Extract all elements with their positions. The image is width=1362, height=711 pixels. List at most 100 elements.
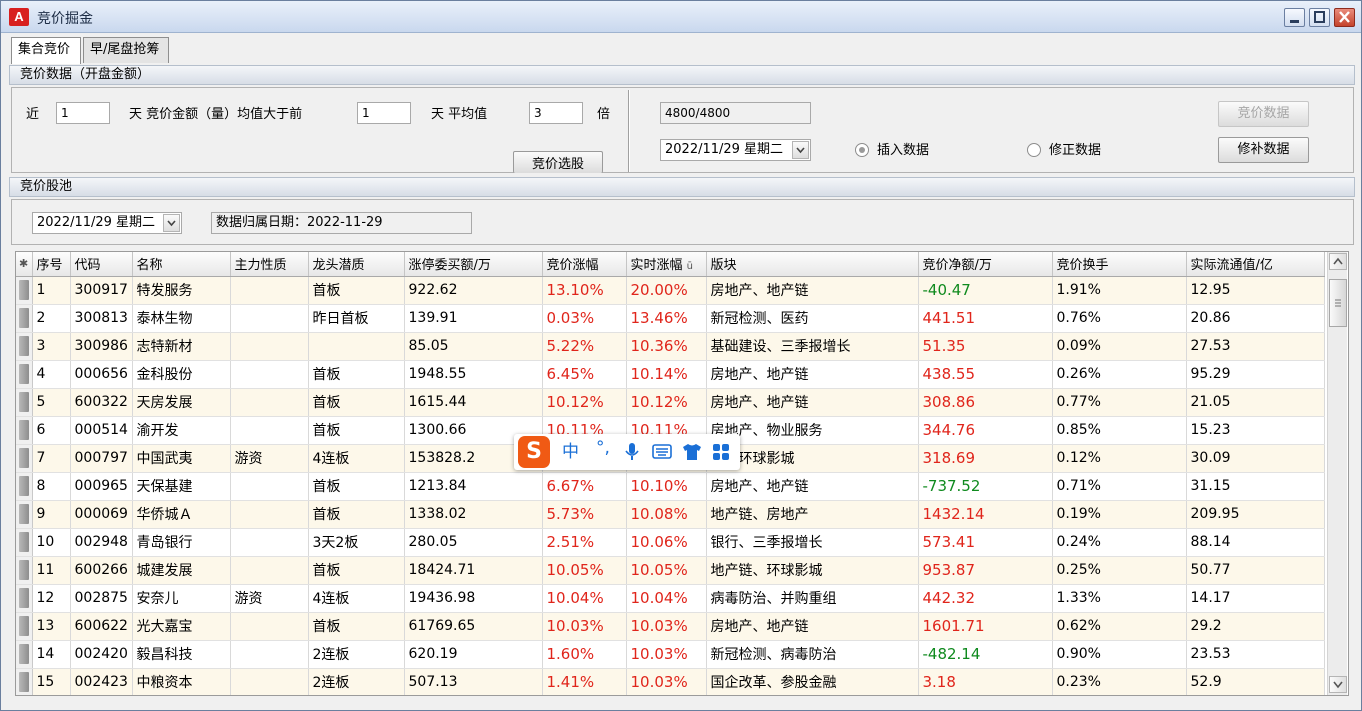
ime-toolbar[interactable]: S 中 °, [514, 434, 740, 470]
pool-date-select[interactable]: 2022/11/29 星期二 [32, 212, 182, 234]
stock-table: ✱ 序号 代码 名称 主力性质 龙头潜质 涨停委买额/万 竞价涨幅 实时涨幅 ū… [15, 251, 1349, 696]
row-indicator-icon [18, 476, 29, 496]
cell-leader-potential: 首板 [308, 556, 405, 585]
column-header[interactable]: 名称 [132, 252, 231, 277]
scroll-thumb[interactable] [1329, 279, 1347, 327]
cell-auction-change: 13.10% [542, 276, 627, 305]
cell-leader-potential: 4连板 [308, 584, 405, 613]
select-stocks-button[interactable]: 竞价选股 [513, 151, 603, 173]
table-row[interactable]: 10 002948 青岛银行 3天2板 280.05 2.51% 10.06% 银行、三季报增… [16, 528, 1325, 557]
microphone-icon[interactable] [624, 442, 640, 462]
table-row[interactable]: 8 000965 天保基建 首板 1213.84 6.67% 10.10% 房地产、地产链 -7… [16, 472, 1325, 501]
scroll-up-button[interactable] [1329, 253, 1347, 270]
table-row[interactable]: 15 002423 中粮资本 2连板 507.13 1.41% 10.03% 国企改革、参股金… [16, 668, 1325, 695]
cell-row-index: 10 [32, 528, 71, 557]
row-indicator-icon [18, 560, 29, 580]
cell-row-index: 8 [32, 472, 71, 501]
insert-data-radio[interactable] [855, 143, 869, 157]
cell-sector: 房地产、地产链 [706, 360, 919, 389]
column-header[interactable]: 代码 [70, 252, 133, 277]
tab-auction[interactable]: 集合竞价 [11, 37, 81, 64]
maximize-button[interactable] [1309, 8, 1330, 27]
cell-stock-name: 天房发展 [132, 388, 231, 417]
column-header[interactable]: 竞价净额/万 [918, 252, 1053, 277]
cell-float-market-value: 88.14 [1186, 528, 1325, 557]
cell-limit-buy-amount: 61769.65 [404, 612, 543, 641]
prev-days-input[interactable]: 1 [357, 102, 411, 124]
cell-stock-name: 华侨城Ａ [132, 500, 231, 529]
row-selector[interactable] [16, 332, 33, 361]
cell-auction-change: 1.60% [542, 640, 627, 669]
row-selector[interactable] [16, 556, 33, 585]
row-selector[interactable] [16, 360, 33, 389]
row-selector[interactable] [16, 444, 33, 473]
insert-data-label: 插入数据 [877, 143, 930, 158]
cell-auction-turnover: 0.77% [1052, 388, 1187, 417]
table-row[interactable]: 1 300917 特发服务 首板 922.62 13.10% 20.00% 房地产、地产链 -4… [16, 276, 1325, 305]
bid-data-button[interactable]: 竞价数据 [1218, 101, 1309, 127]
table-row[interactable]: 4 000656 金科股份 首板 1948.55 6.45% 10.14% 房地产、地产链 43… [16, 360, 1325, 389]
cell-realtime-change: 10.06% [626, 528, 707, 557]
row-selector[interactable] [16, 304, 33, 333]
row-selector[interactable] [16, 640, 33, 669]
cell-float-market-value: 29.2 [1186, 612, 1325, 641]
times-input[interactable]: 3 [529, 102, 583, 124]
patch-data-button[interactable]: 修补数据 [1218, 137, 1309, 163]
column-header[interactable]: 竞价换手 [1052, 252, 1187, 277]
cell-row-index: 1 [32, 276, 71, 305]
table-row[interactable]: 14 002420 毅昌科技 2连板 620.19 1.60% 10.03% 新冠检测、病毒防… [16, 640, 1325, 669]
cell-auction-turnover: 0.90% [1052, 640, 1187, 669]
table-row[interactable]: 2 300813 泰林生物 昨日首板 139.91 0.03% 13.46% 新冠检测、医药 4… [16, 304, 1325, 333]
cell-stock-code: 300917 [70, 276, 133, 305]
column-header[interactable]: 主力性质 [230, 252, 309, 277]
pool-date-value: 2022/11/29 星期二 [37, 215, 156, 230]
table-row[interactable]: 5 600322 天房发展 首板 1615.44 10.12% 10.12% 房地产、地产链 3… [16, 388, 1325, 417]
auction-date-select[interactable]: 2022/11/29 星期二 [660, 139, 811, 161]
cell-float-market-value: 30.09 [1186, 444, 1325, 473]
row-selector[interactable] [16, 668, 33, 695]
minimize-button[interactable] [1284, 8, 1305, 27]
cell-stock-code: 300986 [70, 332, 133, 361]
table-row[interactable]: 13 600622 光大嘉宝 首板 61769.65 10.03% 10.03% 房地产、地产… [16, 612, 1325, 641]
cell-main-force-type [230, 528, 309, 557]
row-selector[interactable] [16, 276, 33, 305]
row-indicator-header: ✱ [16, 252, 33, 277]
column-header[interactable]: 序号 [32, 252, 71, 277]
column-header[interactable]: 版块 [706, 252, 919, 277]
table-row[interactable]: 12 002875 安奈儿 游资 4连板 19436.98 10.04% 10.04% 病毒防治… [16, 584, 1325, 613]
column-header[interactable]: 涨停委买额/万 [404, 252, 543, 277]
row-selector[interactable] [16, 500, 33, 529]
row-selector[interactable] [16, 388, 33, 417]
keyboard-icon[interactable] [652, 444, 672, 460]
close-button[interactable] [1334, 8, 1355, 27]
column-header[interactable]: 实际流通值/亿 [1186, 252, 1325, 277]
table-row[interactable]: 3 300986 志特新材 85.05 5.22% 10.36% 基础建设、三季报增长 51.… [16, 332, 1325, 361]
panel-divider [628, 90, 630, 172]
table-row[interactable]: 11 600266 城建发展 首板 18424.71 10.05% 10.05% 地产链、环球… [16, 556, 1325, 585]
tab-early-late[interactable]: 早/尾盘抢筹 [83, 37, 169, 63]
ime-punctuation-toggle[interactable]: °, [596, 438, 610, 458]
cell-realtime-change: 10.05% [626, 556, 707, 585]
row-selector[interactable] [16, 528, 33, 557]
skin-shirt-icon[interactable] [682, 443, 702, 461]
row-selector[interactable] [16, 584, 33, 613]
cell-float-market-value: 23.53 [1186, 640, 1325, 669]
vertical-scrollbar[interactable] [1327, 252, 1347, 695]
cell-float-market-value: 20.86 [1186, 304, 1325, 333]
cell-limit-buy-amount: 19436.98 [404, 584, 543, 613]
table-row[interactable]: 9 000069 华侨城Ａ 首板 1338.02 5.73% 10.08% 地产链、房地产 14… [16, 500, 1325, 529]
fix-data-radio[interactable] [1027, 143, 1041, 157]
column-header[interactable]: 龙头潜质 [308, 252, 405, 277]
ime-language-toggle[interactable]: 中 [562, 442, 579, 462]
row-selector[interactable] [16, 472, 33, 501]
row-selector[interactable] [16, 612, 33, 641]
toolbox-grid-icon[interactable] [712, 443, 730, 461]
row-selector[interactable] [16, 416, 33, 445]
cell-auction-net-amount: 318.69 [918, 444, 1053, 473]
near-days-input[interactable]: 1 [56, 102, 110, 124]
column-header[interactable]: 竞价涨幅 [542, 252, 627, 277]
column-header-sorted[interactable]: 实时涨幅 ū [626, 252, 707, 277]
cell-auction-turnover: 0.62% [1052, 612, 1187, 641]
cell-sector: 房地产、地产链 [706, 612, 919, 641]
scroll-down-button[interactable] [1329, 676, 1347, 693]
